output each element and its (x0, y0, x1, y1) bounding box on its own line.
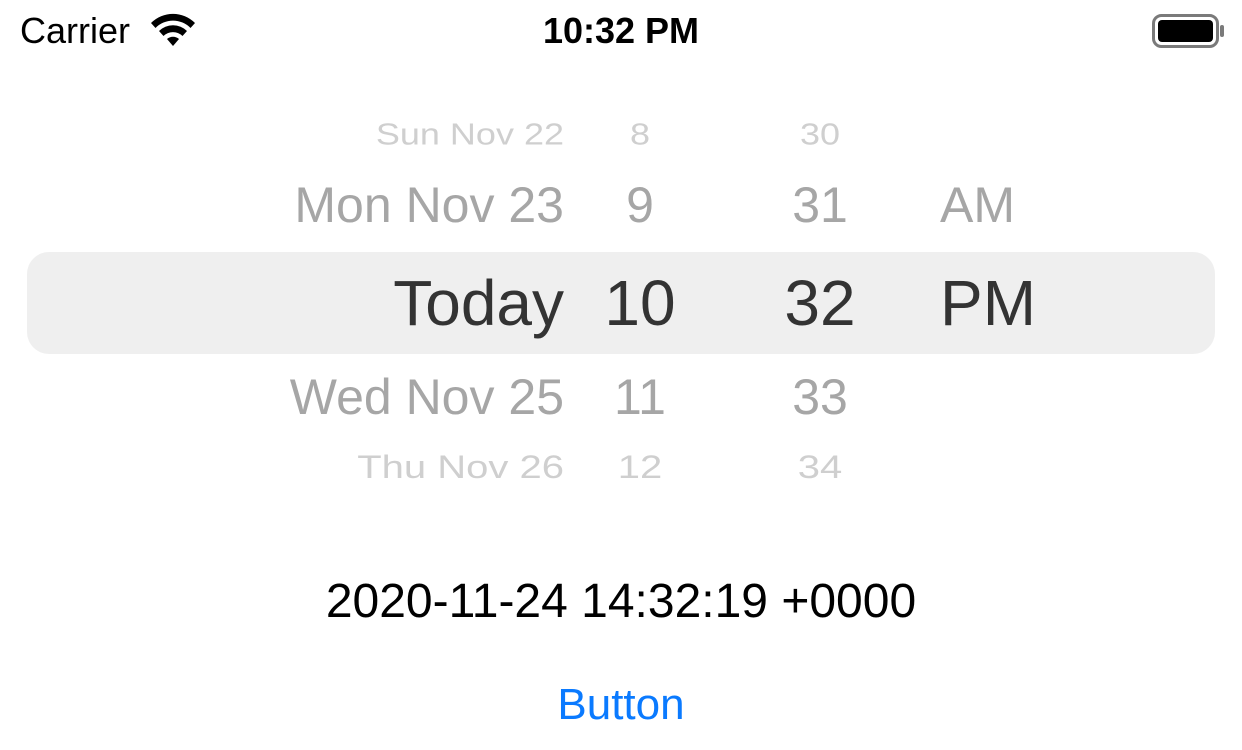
picker-ampm-selected[interactable]: PM (940, 266, 1036, 340)
picker-hour-row[interactable]: 9 (590, 176, 690, 234)
action-button[interactable]: Button (521, 676, 721, 734)
picker-hour-row[interactable]: 8 (590, 116, 690, 152)
date-time-picker[interactable]: Sun Nov 22 Mon Nov 23 Today Wed Nov 25 T… (0, 88, 1242, 518)
picker-date-row[interactable]: Wed Nov 25 (290, 368, 564, 426)
app-screen: Carrier 10:32 PM Sun Nov 22 Mon Nov 23 T… (0, 0, 1242, 750)
picker-ampm-row[interactable]: AM (940, 176, 1015, 234)
picker-minute-row[interactable]: 33 (760, 368, 880, 426)
picker-date-column[interactable]: Sun Nov 22 Mon Nov 23 Today Wed Nov 25 T… (150, 88, 564, 518)
picker-hour-selected[interactable]: 10 (590, 266, 690, 340)
selected-date-label: 2020-11-24 14:32:19 +0000 (325, 575, 917, 628)
picker-date-selected[interactable]: Today (393, 266, 564, 340)
picker-ampm-column[interactable]: AM PM (930, 88, 1090, 518)
picker-date-row[interactable]: Thu Nov 26 (357, 450, 564, 486)
picker-hour-column[interactable]: 8 9 10 11 12 (590, 88, 690, 518)
picker-minute-selected[interactable]: 32 (760, 266, 880, 340)
picker-date-row[interactable]: Sun Nov 22 (376, 116, 564, 152)
picker-date-row[interactable]: Mon Nov 23 (294, 176, 564, 234)
picker-minute-row[interactable]: 31 (760, 176, 880, 234)
picker-minute-row[interactable]: 30 (760, 116, 880, 152)
picker-minute-row[interactable]: 34 (760, 450, 880, 486)
picker-hour-row[interactable]: 11 (590, 368, 690, 426)
status-time: 10:32 PM (542, 10, 700, 51)
picker-minute-column[interactable]: 30 31 32 33 34 (760, 88, 880, 518)
battery-icon (1152, 14, 1224, 48)
picker-hour-row[interactable]: 12 (590, 450, 690, 486)
